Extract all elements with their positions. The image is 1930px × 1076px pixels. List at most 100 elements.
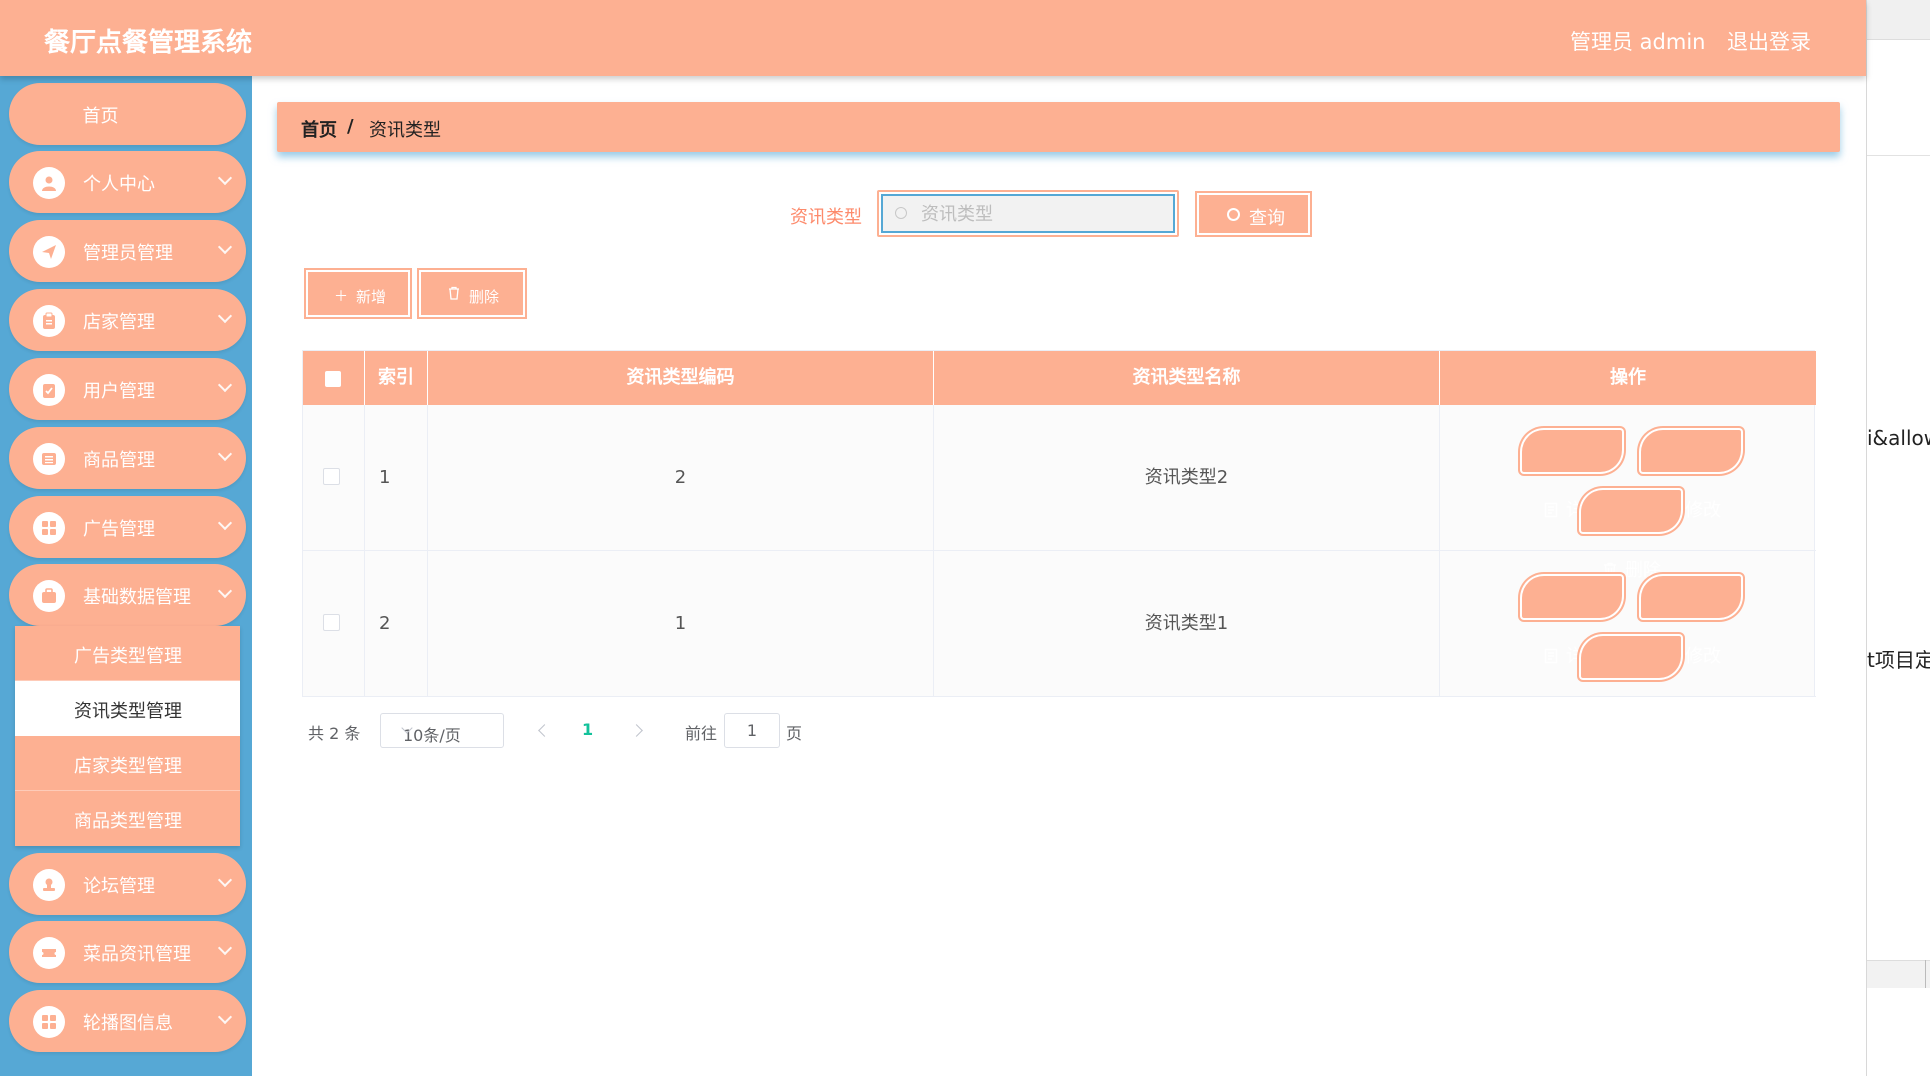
sidebar-item-ad-management[interactable]: 广告管理: [9, 496, 246, 558]
page-number-current[interactable]: 1: [582, 720, 593, 739]
batch-delete-button-label: 删除: [469, 288, 500, 306]
goto-unit: 页: [786, 724, 803, 743]
detail-button[interactable]: 详情: [1520, 574, 1624, 667]
next-page-button[interactable]: [628, 720, 650, 742]
data-table: 索引 资讯类型编码 资讯类型名称 操作 1 2 资讯类型2 详情: [302, 350, 1816, 727]
page-size-select[interactable]: 10条/页: [380, 713, 504, 748]
chevron-down-icon: [217, 308, 233, 324]
sidebar-item-carousel-info[interactable]: 轮播图信息: [9, 990, 246, 1052]
row-index: 1: [365, 405, 428, 551]
row-checkbox[interactable]: [323, 468, 340, 485]
plus-icon: ＋: [334, 289, 348, 305]
background-window-text: t项目定: [1867, 648, 1930, 672]
row-index: 2: [365, 551, 428, 697]
prev-page-button[interactable]: [532, 720, 554, 742]
sidebar-item-label: 商品管理: [83, 450, 155, 471]
document-icon: [1544, 586, 1558, 732]
submenu-item-label: 广告类型管理: [74, 646, 182, 667]
checklist-icon: [33, 374, 65, 406]
chevron-down-icon: [217, 1009, 233, 1025]
chevron-down-icon: [217, 515, 233, 531]
table-header: 索引 资讯类型编码 资讯类型名称 操作: [303, 351, 1816, 405]
grid-icon: [33, 512, 65, 544]
delete-button[interactable]: 删除: [1579, 634, 1683, 727]
row-select-cell: [303, 405, 365, 551]
sidebar-item-label: 店家管理: [83, 312, 155, 333]
header-index: 索引: [365, 351, 428, 405]
header-select-cell: [303, 351, 365, 405]
sidebar-item-label: 首页: [82, 106, 119, 127]
sidebar-item-product-management[interactable]: 商品管理: [9, 427, 246, 489]
ticket-icon: [33, 937, 65, 969]
paper-plane-icon: [33, 236, 65, 268]
sidebar-item-user-management[interactable]: 用户管理: [9, 358, 246, 420]
sidebar-item-label: 轮播图信息: [83, 1013, 173, 1034]
background-window-row: [1867, 78, 1930, 156]
briefcase-icon: [33, 580, 65, 612]
sidebar-item-label: 管理员管理: [83, 243, 173, 264]
logout-link[interactable]: 退出登录: [1727, 26, 1811, 56]
header-operations: 操作: [1610, 367, 1646, 388]
row-operations: 详情 修改 删除: [1440, 551, 1816, 727]
table-row: 1 2 资讯类型2 详情 修改: [303, 405, 1816, 581]
sidebar-item-label: 用户管理: [83, 381, 155, 402]
sidebar-item-label: 基础数据管理: [83, 587, 191, 608]
header-code: 资讯类型编码: [428, 351, 934, 405]
row-checkbox[interactable]: [323, 614, 340, 631]
goto-page-input[interactable]: [724, 713, 780, 748]
row-name: 资讯类型1: [934, 551, 1440, 697]
chevron-down-icon: [217, 446, 233, 462]
search-field-inner: [881, 194, 1175, 233]
sidebar-item-admin-management[interactable]: 管理员管理: [9, 220, 246, 282]
trash-icon: [447, 286, 461, 304]
batch-delete-button[interactable]: 删除: [417, 268, 527, 319]
sidebar-item-label: 个人中心: [83, 174, 155, 195]
chevron-down-icon: [217, 872, 233, 888]
breadcrumb-current: 资讯类型: [369, 120, 441, 141]
row-operations: 详情 修改 删除: [1440, 405, 1816, 581]
submenu-item-merchant-type[interactable]: 店家类型管理: [15, 736, 240, 791]
row-code: 2: [428, 405, 934, 551]
chevron-down-icon: [217, 239, 233, 255]
person-icon: [33, 167, 65, 199]
app-root: i&allow t项目定 1 餐厅点餐管理系统 管理员 admin 退出登录 首…: [0, 0, 1930, 1076]
sidebar-item-label: 广告管理: [83, 519, 155, 540]
page-size-value: 10条/页: [403, 726, 461, 745]
delete-button[interactable]: 删除: [1579, 488, 1683, 581]
sidebar-item-merchant-management[interactable]: 店家管理: [9, 289, 246, 351]
header-name: 资讯类型名称: [934, 351, 1440, 405]
clipboard-icon: [33, 305, 65, 337]
row-code: 1: [428, 551, 934, 697]
search-input[interactable]: [921, 200, 1161, 228]
query-button[interactable]: 查询: [1195, 191, 1312, 237]
basic-data-submenu: 广告类型管理 资讯类型管理 店家类型管理 商品类型管理: [15, 626, 240, 846]
row-select-cell: [303, 551, 365, 697]
sidebar-item-dish-news-management[interactable]: 菜品资讯管理: [9, 921, 246, 983]
submenu-item-news-type[interactable]: 资讯类型管理: [15, 681, 240, 736]
breadcrumb-home[interactable]: 首页: [301, 116, 337, 142]
grid-icon: [33, 1006, 65, 1038]
list-icon: [33, 443, 65, 475]
add-button[interactable]: ＋ 新增: [304, 268, 412, 319]
search-field: [877, 190, 1179, 237]
sidebar-item-basic-data-management[interactable]: 基础数据管理: [9, 564, 246, 626]
edit-button-label: 修改: [1685, 646, 1721, 667]
stamp-icon: [33, 869, 65, 901]
query-button-label: 查询: [1249, 208, 1285, 229]
sidebar-item-personal-center[interactable]: 个人中心: [9, 151, 246, 213]
sidebar-item-forum-management[interactable]: 论坛管理: [9, 853, 246, 915]
background-window-statusbar: [1867, 960, 1930, 988]
select-all-checkbox[interactable]: [325, 371, 341, 387]
submenu-item-label: 商品类型管理: [74, 811, 182, 832]
sidebar-item-home[interactable]: 首页: [9, 83, 246, 145]
submenu-item-ad-type[interactable]: 广告类型管理: [15, 626, 240, 681]
chevron-down-icon: [217, 583, 233, 599]
detail-button[interactable]: 详情: [1520, 428, 1624, 521]
submenu-item-product-type[interactable]: 商品类型管理: [15, 791, 240, 846]
edit-button[interactable]: 修改: [1639, 428, 1743, 521]
current-user: 管理员 admin: [1570, 30, 1706, 54]
edit-button[interactable]: 修改: [1639, 574, 1743, 667]
breadcrumb: 首页 / 资讯类型: [277, 102, 1840, 152]
delete-button-label: 删除: [1625, 706, 1661, 727]
search-icon: [895, 207, 907, 219]
